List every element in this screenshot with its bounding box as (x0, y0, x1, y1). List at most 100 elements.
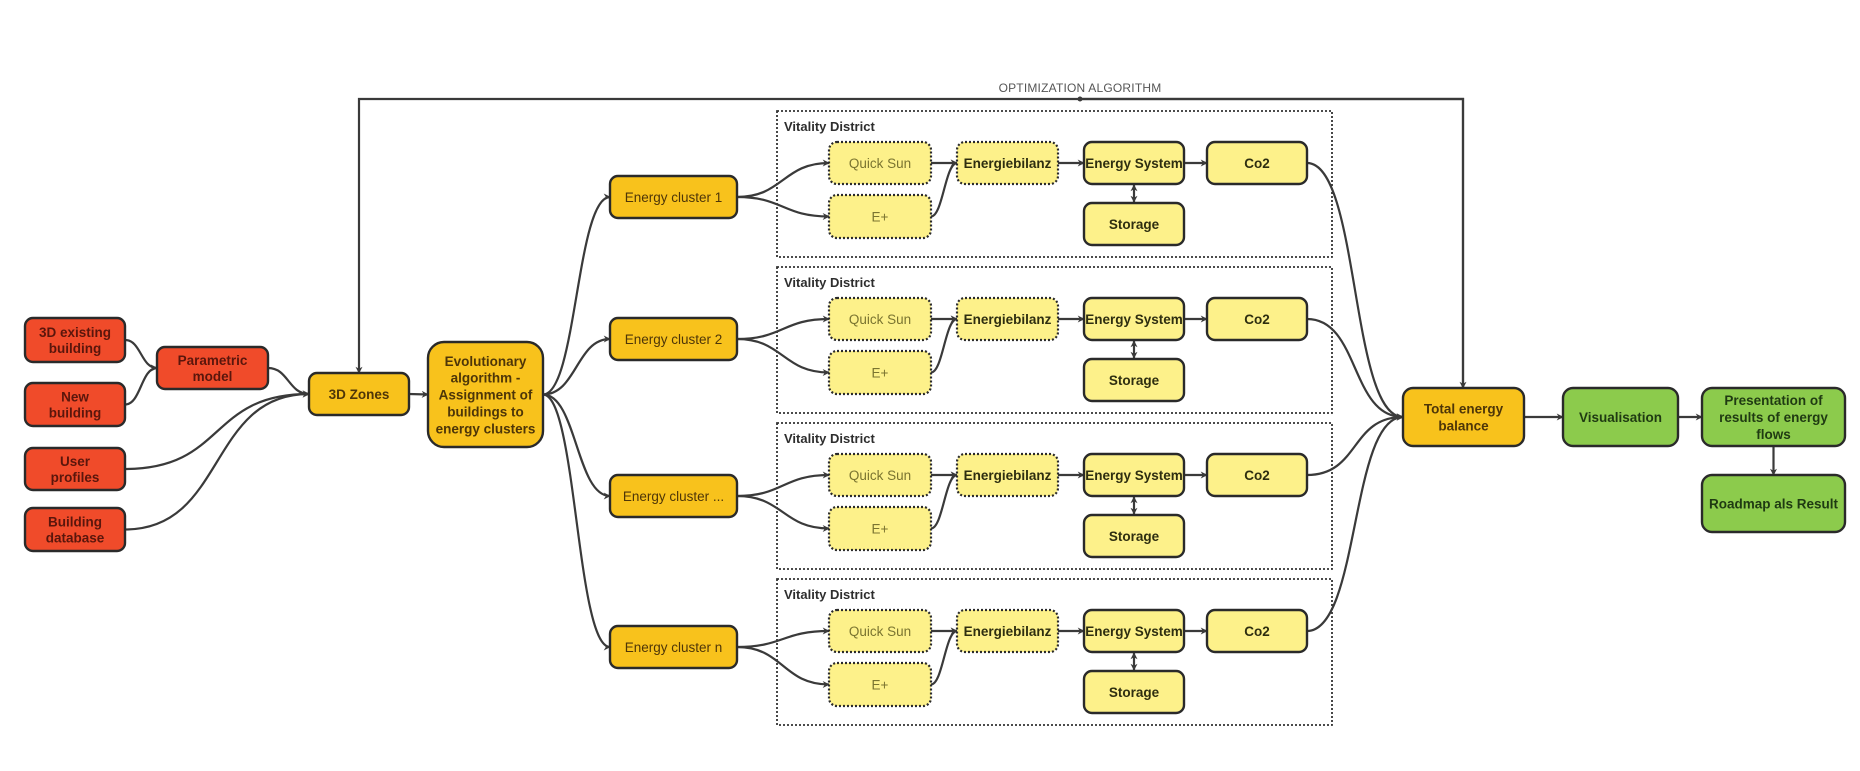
conn-evolutionary-to-cluster-3 (542, 393, 611, 500)
energiebilanz-2[interactable]: Energiebilanz (955, 296, 1060, 342)
loop-label-anchor-dot (1077, 96, 1083, 102)
evolutionary-algorithm-label: Evolutionary algorithm -Assignment of buil… (436, 353, 536, 436)
quick-sun-4[interactable]: Quick Sun (827, 608, 933, 654)
zones-3d-label: 3D Zones (329, 387, 390, 402)
quick-sun-3[interactable]: Quick Sun (827, 452, 933, 498)
storage-4-label: Storage (1109, 685, 1160, 700)
evolutionary-algorithm[interactable]: Evolutionary algorithm -Assignment of buil… (426, 340, 545, 449)
co2-3-label: Co2 (1244, 468, 1270, 483)
co2-3[interactable]: Co2 (1205, 452, 1309, 498)
conn-eplus-to-energiebilanz-2 (930, 315, 958, 374)
conn-cluster-to-eplus-4 (736, 645, 830, 688)
input-profiles[interactable]: User profiles (23, 446, 127, 492)
storage-4[interactable]: Storage (1082, 669, 1186, 715)
vitality-district-title: Vitality District (784, 275, 875, 290)
quick-sun-2[interactable]: Quick Sun (827, 296, 933, 342)
node-layer: 3D existing building New building User profil… (23, 140, 1847, 715)
conn-co2-to-total-4 (1306, 413, 1404, 633)
eplus-2[interactable]: E+ (827, 349, 933, 396)
co2-2-label: Co2 (1244, 312, 1270, 327)
energy-system-4-label: Energy System (1085, 624, 1183, 639)
energy-system-3[interactable]: Energy System (1082, 452, 1186, 498)
co2-4[interactable]: Co2 (1205, 608, 1309, 654)
input-database[interactable]: Building database (23, 506, 127, 553)
energy-cluster-1[interactable]: Energy cluster 1 (608, 174, 739, 220)
vitality-district-title: Vitality District (784, 119, 875, 134)
eplus-1[interactable]: E+ (827, 193, 933, 240)
conn-eplus-to-energiebilanz-4 (930, 627, 958, 686)
conn-cluster-to-quicksun-2 (736, 315, 830, 341)
energy-system-1[interactable]: Energy System (1082, 140, 1186, 186)
conn-cluster-to-eplus-2 (736, 337, 830, 376)
energy-cluster-2[interactable]: Energy cluster 2 (608, 316, 739, 362)
energy-system-2-label: Energy System (1085, 312, 1183, 327)
conn-database-to-zones (124, 390, 310, 531)
conn-cluster-to-quicksun-3 (736, 471, 830, 498)
energy-cluster-4[interactable]: Energy cluster n (608, 624, 739, 670)
eplus-3[interactable]: E+ (827, 505, 933, 552)
output-presentation[interactable]: Presentation of results of energy flows (1700, 386, 1847, 448)
storage-1-label: Storage (1109, 217, 1160, 232)
storage-2-label: Storage (1109, 373, 1160, 388)
conn-new-to-parametric (124, 364, 158, 406)
output-visualisation[interactable]: Visualisation (1561, 386, 1680, 448)
eplus-1-label: E+ (872, 209, 889, 224)
optimization-loop-label: OPTIMIZATION ALGORITHM (999, 81, 1162, 95)
storage-2[interactable]: Storage (1082, 357, 1186, 403)
energiebilanz-3-label: Energiebilanz (964, 468, 1052, 483)
eplus-4[interactable]: E+ (827, 661, 933, 708)
eplus-3-label: E+ (872, 521, 889, 536)
zones-3d[interactable]: 3D Zones (307, 371, 411, 417)
conn-eplus-to-energiebilanz-3 (930, 471, 958, 530)
energy-cluster-3-label: Energy cluster ... (623, 489, 724, 504)
energy-system-1-label: Energy System (1085, 156, 1183, 171)
input-existing-label: 3D existing building (39, 324, 111, 355)
energy-system-4[interactable]: Energy System (1082, 608, 1186, 654)
conn-co2-to-total-2 (1306, 317, 1404, 421)
conn-eplus-to-energiebilanz-1 (930, 159, 958, 218)
conn-parametric-to-zones (267, 366, 310, 398)
conn-evolutionary-to-cluster-4 (542, 393, 611, 651)
storage-1[interactable]: Storage (1082, 201, 1186, 247)
energiebilanz-4[interactable]: Energiebilanz (955, 608, 1060, 654)
quick-sun-1[interactable]: Quick Sun (827, 140, 933, 186)
storage-3-label: Storage (1109, 529, 1160, 544)
quick-sun-2-label: Quick Sun (849, 312, 911, 327)
quick-sun-1-label: Quick Sun (849, 156, 911, 171)
energiebilanz-1[interactable]: Energiebilanz (955, 140, 1060, 186)
energiebilanz-4-label: Energiebilanz (964, 624, 1052, 639)
output-roadmap-label: Roadmap als Result (1709, 496, 1839, 511)
conn-co2-to-total-1 (1306, 161, 1404, 421)
total-energy-balance[interactable]: Total energy balance (1401, 386, 1526, 448)
vitality-district-title: Vitality District (784, 431, 875, 446)
quick-sun-4-label: Quick Sun (849, 624, 911, 639)
conn-profiles-to-zones (124, 390, 310, 471)
eplus-2-label: E+ (872, 365, 889, 380)
conn-cluster-to-quicksun-4 (736, 627, 830, 649)
parametric-model[interactable]: Parametric model (155, 345, 270, 391)
conn-cluster-to-quicksun-1 (736, 159, 830, 199)
co2-4-label: Co2 (1244, 624, 1270, 639)
quick-sun-3-label: Quick Sun (849, 468, 911, 483)
energy-optimization-flow-diagram: Vitality District Vitality District Vitali… (23, 81, 1847, 726)
energiebilanz-2-label: Energiebilanz (964, 312, 1052, 327)
energiebilanz-1-label: Energiebilanz (964, 156, 1052, 171)
energy-cluster-2-label: Energy cluster 2 (625, 332, 723, 347)
input-database-label: Building database (46, 514, 105, 545)
co2-1[interactable]: Co2 (1205, 140, 1309, 186)
input-new[interactable]: New building (23, 381, 127, 428)
conn-co2-to-total-3 (1306, 413, 1404, 477)
conn-existing-to-parametric (124, 338, 158, 372)
energy-cluster-3[interactable]: Energy cluster ... (608, 473, 739, 519)
energy-system-2[interactable]: Energy System (1082, 296, 1186, 342)
energiebilanz-3[interactable]: Energiebilanz (955, 452, 1060, 498)
conn-cluster-to-eplus-3 (736, 494, 830, 532)
input-existing[interactable]: 3D existing building (23, 316, 127, 364)
storage-3[interactable]: Storage (1082, 513, 1186, 559)
output-roadmap[interactable]: Roadmap als Result (1700, 473, 1847, 534)
energy-cluster-4-label: Energy cluster n (625, 640, 723, 655)
co2-2[interactable]: Co2 (1205, 296, 1309, 342)
co2-1-label: Co2 (1244, 156, 1270, 171)
vitality-district-title: Vitality District (784, 587, 875, 602)
label-layer: OPTIMIZATION ALGORITHM (999, 81, 1162, 95)
